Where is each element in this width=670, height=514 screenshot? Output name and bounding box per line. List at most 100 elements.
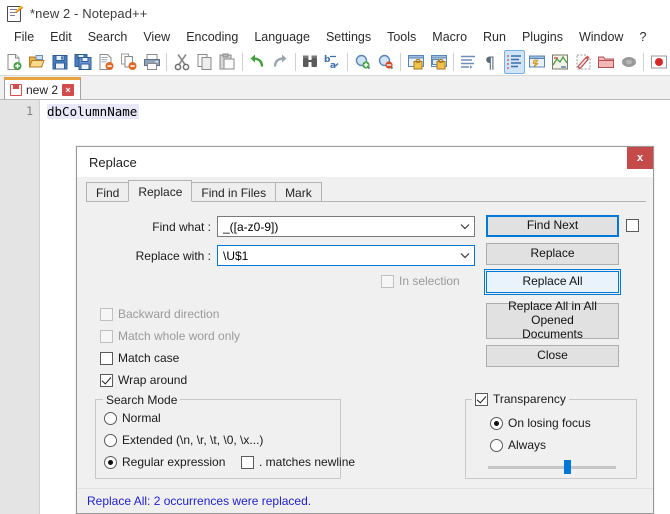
zoom-out-icon[interactable]: [375, 50, 396, 74]
close-button[interactable]: Close: [486, 345, 619, 367]
search-mode-legend: Search Mode: [103, 393, 181, 407]
svg-text:¶: ¶: [485, 53, 495, 71]
tab-find-in-files[interactable]: Find in Files: [191, 182, 277, 202]
search-mode-regex-label: Regular expression: [122, 455, 226, 469]
open-file-icon[interactable]: [27, 50, 48, 74]
menu-item-language[interactable]: Language: [246, 28, 318, 46]
search-mode-group: Search Mode Normal Extended (\n, \r, \t,…: [95, 393, 355, 479]
menu-item-macro[interactable]: Macro: [424, 28, 475, 46]
menu-item-settings[interactable]: Settings: [318, 28, 379, 46]
unsaved-file-icon: [10, 83, 22, 96]
transparency-slider[interactable]: [488, 460, 616, 474]
menu-item-encoding[interactable]: Encoding: [178, 28, 246, 46]
radio-circle: [490, 416, 503, 430]
replace-with-input[interactable]: \U$1: [217, 245, 475, 266]
find-next-button[interactable]: Find Next: [486, 215, 619, 237]
save-icon[interactable]: [50, 50, 71, 74]
menu-item-view[interactable]: View: [135, 28, 178, 46]
replace-button[interactable]: Replace: [486, 243, 619, 265]
toolbar: b a ¶: [0, 48, 670, 76]
toolbar-separator: [241, 52, 243, 71]
transparency-on-losing-focus-label: On losing focus: [508, 416, 591, 430]
cut-icon[interactable]: [171, 50, 192, 74]
close-file-icon[interactable]: [96, 50, 117, 74]
checkbox-box: [100, 329, 113, 343]
folder-as-workspace-icon[interactable]: [595, 50, 616, 74]
undo-icon[interactable]: [247, 50, 268, 74]
transparency-on-losing-focus-radio[interactable]: On losing focus: [490, 416, 591, 430]
save-all-icon[interactable]: [73, 50, 94, 74]
user-defined-dialog-icon[interactable]: [527, 50, 548, 74]
document-map-icon[interactable]: [550, 50, 571, 74]
replace-with-label: Replace with :: [135, 249, 211, 263]
zoom-in-icon[interactable]: [352, 50, 373, 74]
checkbox-box: [381, 274, 394, 288]
sync-horizontal-scroll-icon[interactable]: [428, 50, 449, 74]
checkbox-box: [100, 351, 113, 365]
close-tab-icon[interactable]: ×: [62, 83, 75, 96]
dot-matches-newline-checkbox[interactable]: . matches newline: [241, 455, 355, 469]
monitoring-icon[interactable]: [618, 50, 639, 74]
search-mode-extended-radio[interactable]: Extended (\n, \r, \t, \0, \x...): [104, 433, 263, 447]
backward-direction-label: Backward direction: [118, 307, 220, 321]
tab-replace[interactable]: Replace: [128, 180, 193, 202]
status-message: Replace All: 2 occurrences were replaced…: [77, 488, 653, 513]
find-icon[interactable]: [300, 50, 321, 74]
toolbar-separator: [166, 52, 168, 71]
slider-thumb[interactable]: [564, 460, 572, 474]
radio-circle: [490, 438, 503, 452]
transparency-always-label: Always: [508, 438, 547, 452]
wrap-around-checkbox[interactable]: Wrap around: [100, 373, 187, 387]
tab-mark[interactable]: Mark: [275, 182, 322, 202]
show-all-characters-icon[interactable]: ¶: [481, 50, 502, 74]
function-list-icon[interactable]: [572, 50, 593, 74]
transparency-always-radio[interactable]: Always: [490, 438, 546, 452]
document-tabbar: new 2 ×: [0, 76, 670, 100]
toolbar-separator: [643, 52, 645, 71]
menu-item-help[interactable]: ?: [631, 28, 654, 46]
redo-icon[interactable]: [270, 50, 291, 74]
match-whole-word-only-label: Match whole word only: [118, 329, 241, 343]
tab-find[interactable]: Find: [86, 182, 130, 202]
word-wrap-icon[interactable]: [458, 50, 479, 74]
checkbox-box: [100, 307, 113, 321]
replace-dialog: Replace x Find Replace Find in Files Mar…: [76, 146, 654, 514]
menu-item-edit[interactable]: Edit: [42, 28, 80, 46]
chevron-down-icon[interactable]: [456, 246, 474, 265]
new-file-icon[interactable]: [4, 50, 25, 74]
menu-item-search[interactable]: Search: [80, 28, 136, 46]
window-titlebar: *new 2 - Notepad++: [0, 0, 670, 26]
sync-vertical-scroll-icon[interactable]: [405, 50, 426, 74]
find-what-label: Find what :: [152, 220, 211, 234]
radio-circle: [104, 455, 117, 469]
checkbox-box: [475, 392, 488, 406]
line-number: 1: [26, 104, 33, 118]
menu-item-file[interactable]: File: [6, 28, 42, 46]
transparency-checkbox[interactable]: Transparency: [472, 392, 569, 406]
close-icon[interactable]: x: [627, 147, 653, 169]
start-record-macro-icon[interactable]: [648, 50, 669, 74]
document-tab-new-2[interactable]: new 2 ×: [4, 77, 82, 99]
find-what-value: _([a-z0-9]): [223, 219, 279, 234]
notepad-plus-plus-icon: [6, 5, 23, 22]
toolbar-separator: [453, 52, 455, 71]
copy-icon[interactable]: [194, 50, 215, 74]
close-all-files-icon[interactable]: [118, 50, 139, 74]
find-what-input[interactable]: _([a-z0-9]): [217, 216, 475, 237]
chevron-down-icon[interactable]: [456, 217, 474, 236]
search-mode-regex-radio[interactable]: Regular expression: [104, 455, 225, 469]
menu-item-run[interactable]: Run: [475, 28, 514, 46]
replace-all-button[interactable]: Replace All: [484, 269, 621, 295]
menu-item-plugins[interactable]: Plugins: [514, 28, 571, 46]
match-case-checkbox[interactable]: Match case: [100, 351, 179, 365]
menu-item-window[interactable]: Window: [571, 28, 631, 46]
menu-item-tools[interactable]: Tools: [379, 28, 424, 46]
paste-icon[interactable]: [217, 50, 238, 74]
print-icon[interactable]: [141, 50, 162, 74]
search-mode-normal-radio[interactable]: Normal: [104, 411, 161, 425]
match-case-label: Match case: [118, 351, 180, 365]
replace-icon[interactable]: b a: [323, 50, 344, 74]
replace-all-in-all-opened-documents-button[interactable]: Replace All in All Opened Documents: [486, 300, 619, 341]
indent-guide-icon[interactable]: [503, 49, 525, 74]
two-find-buttons-checkbox[interactable]: [626, 219, 644, 232]
